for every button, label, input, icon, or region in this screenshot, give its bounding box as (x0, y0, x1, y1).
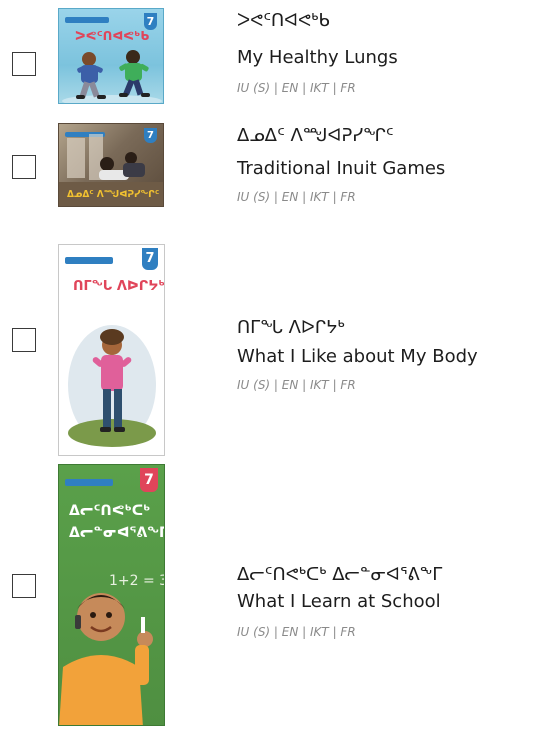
book-title-syllabics: ᐃᓄᐃᑦ ᐱᙳᐊᕈᓯᖏᑦ (237, 125, 394, 146)
book-languages: IU (S) | EN | IKT | FR (237, 625, 356, 639)
book-row: 7 ᐃᓕᑦᑎᕙᒃᑕᒃ ᐃᓕᓐᓂᐊᕐᕕᖕᒥ 1+2 = 3 ᐃᓕᑦᑎᕙᒃᑕᒃ ᐃᓕ… (0, 462, 537, 728)
running-children-illustration (62, 50, 162, 103)
level-badge: 7 (140, 468, 158, 492)
series-tag (65, 479, 113, 486)
book-title-english[interactable]: My Healthy Lungs (237, 44, 398, 72)
book-info: ᐃᓄᐃᑦ ᐱᙳᐊᕈᓯᖏᑦ Traditional Inuit Games IU … (237, 123, 445, 209)
book-select-checkbox[interactable] (12, 574, 36, 598)
book-title-english[interactable]: Traditional Inuit Games (237, 155, 445, 183)
book-select-checkbox[interactable] (12, 52, 36, 76)
cover-title-line2: ᐃᓕᓐᓂᐊᕐᕕᖕᒥ (69, 525, 165, 541)
book-title-syllabics: ᐃᓕᑦᑎᕙᒃᑕᒃ ᐃᓕᓐᓂᐊᕐᕕᖕᒥ (237, 564, 443, 585)
book-cover-image: 7 ᑎᒥᖓ ᐱᐅᒋᔭᒃ (58, 244, 165, 456)
book-row: 7 ᐳᕙᑦᑎᐊᕙᒃᑲ ᐳᕙᑦᑎᐊᕙᒃᑲ My Healthy Lungs IU … (0, 0, 537, 110)
book-select-checkbox[interactable] (12, 155, 36, 179)
book-cover-image: 7 ᐳᕙᑦᑎᐊᕙᒃᑲ (58, 8, 164, 104)
book-title-english[interactable]: What I Like about My Body (237, 343, 478, 371)
book-title-syllabics: ᑎᒥᖓ ᐱᐅᒋᔭᒃ (237, 317, 345, 338)
book-info: ᑎᒥᖓ ᐱᐅᒋᔭᒃ What I Like about My Body IU (… (237, 315, 478, 397)
book-languages: IU (S) | EN | IKT | FR (237, 81, 356, 95)
book-select-checkbox[interactable] (12, 328, 36, 352)
book-info: ᐳᕙᑦᑎᐊᕙᒃᑲ My Healthy Lungs IU (S) | EN | … (237, 8, 398, 100)
girl-illustration (68, 325, 156, 447)
book-info: ᐃᓕᑦᑎᕙᒃᑕᒃ ᐃᓕᓐᓂᐊᕐᕕᖕᒥ What I Learn at Schoo… (237, 562, 442, 644)
book-languages: IU (S) | EN | IKT | FR (237, 378, 356, 392)
cover-title: ᑎᒥᖓ ᐱᐅᒋᔭᒃ (73, 279, 165, 294)
book-cover-image: 7 ᐃᓕᑦᑎᕙᒃᑕᒃ ᐃᓕᓐᓂᐊᕐᕕᖕᒥ 1+2 = 3 (58, 464, 165, 726)
series-tag (65, 17, 109, 23)
level-badge: 7 (144, 13, 157, 30)
level-badge: 7 (142, 248, 158, 270)
series-tag (65, 257, 113, 264)
book-cover-image: 7 ᐃᓄᐃᑦ ᐱᙳᐊᕈᓯᖏᑦ (58, 123, 164, 207)
cover-title-line1: ᐃᓕᑦᑎᕙᒃᑕᒃ (69, 503, 151, 519)
boy-illustration (59, 593, 153, 725)
book-title-english[interactable]: What I Learn at School (237, 588, 442, 616)
book-title-syllabics: ᐳᕙᑦᑎᐊᕙᒃᑲ (237, 10, 330, 31)
cover-title: ᐳᕙᑦᑎᐊᕙᒃᑲ (75, 29, 150, 43)
book-row: 7 ᐃᓄᐃᑦ ᐱᙳᐊᕈᓯᖏᑦ ᐃᓄᐃᑦ ᐱᙳᐊᕈᓯᖏᑦ Traditional … (0, 115, 537, 215)
book-languages: IU (S) | EN | IKT | FR (237, 190, 356, 204)
cover-title: ᐃᓄᐃᑦ ᐱᙳᐊᕈᓯᖏᑦ (67, 190, 160, 200)
book-row: 7 ᑎᒥᖓ ᐱᐅᒋᔭᒃ ᑎᒥᖓ ᐱᐅᒋᔭᒃ What I Like about … (0, 240, 537, 460)
